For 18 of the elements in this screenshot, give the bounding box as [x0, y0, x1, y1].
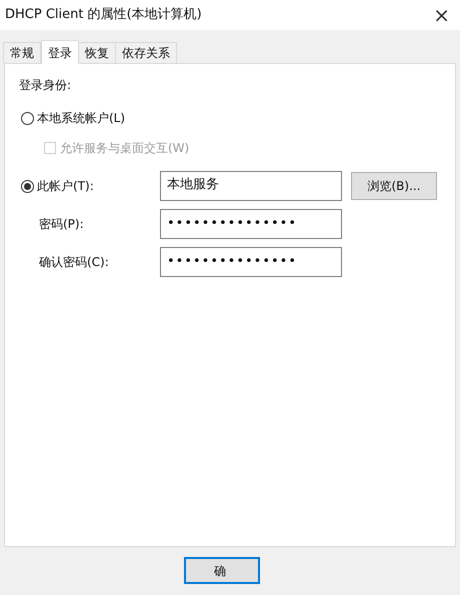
account-field[interactable]: 本地服务 [160, 171, 342, 201]
ok-button[interactable]: 确 [184, 557, 260, 584]
tab[interactable]: 登录 [41, 40, 79, 64]
tab[interactable]: 常规 [3, 42, 41, 63]
field-label: 密码(P): [38, 216, 85, 233]
radio-label: 此帐户(T): [37, 178, 94, 195]
radio-label: 本地系统帐户(L) [37, 110, 126, 127]
checkbox-label: 允许服务与桌面交互(W) [60, 140, 190, 157]
password-field[interactable]: ••••••••••••••• [160, 247, 342, 277]
radio-button[interactable] [21, 112, 34, 124]
close-button[interactable]: × [433, 5, 450, 25]
browse-button[interactable]: 浏览(B)... [351, 172, 437, 200]
field-label: 确认密码(C): [38, 254, 110, 271]
window-title: DHCP Client 的属性(本地计算机) [5, 6, 202, 24]
password-field[interactable]: ••••••••••••••• [160, 209, 342, 239]
section-label: 登录身份: [19, 77, 72, 94]
tab[interactable]: 依存关系 [115, 42, 177, 63]
radio-button[interactable] [21, 180, 34, 192]
